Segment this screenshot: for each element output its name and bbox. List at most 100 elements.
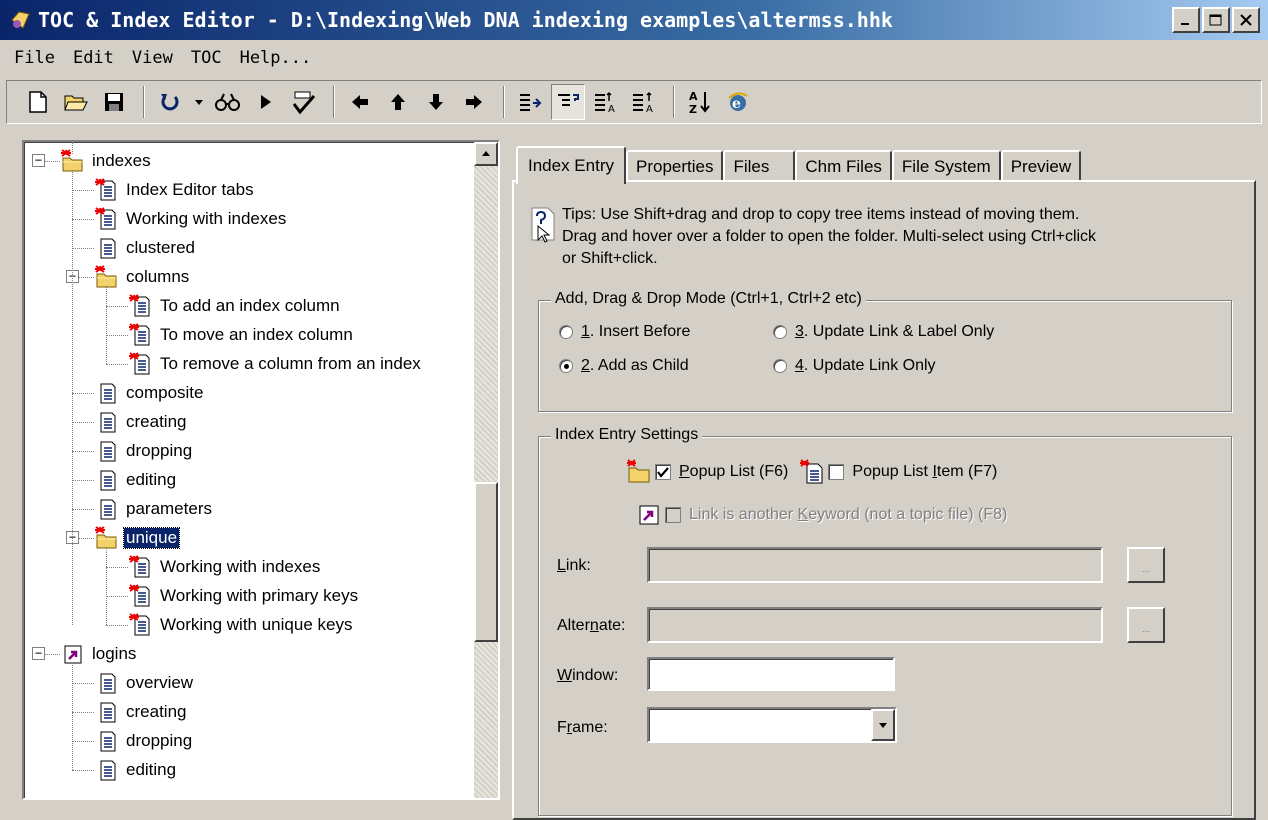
app-icon[interactable] xyxy=(8,7,34,33)
link-browse-button[interactable]: ... xyxy=(1127,547,1165,583)
spell-check-button[interactable] xyxy=(287,84,321,120)
tree-topic-item[interactable]: Index Editor tabs xyxy=(94,175,256,204)
tree-scrollbar[interactable] xyxy=(474,142,498,798)
alternate-input[interactable] xyxy=(647,607,1103,643)
topic-page-icon xyxy=(94,206,118,231)
tree-topic-item[interactable]: dropping xyxy=(94,726,194,755)
menu-file[interactable]: File xyxy=(14,48,55,68)
radio-update-link-label-circle[interactable] xyxy=(773,325,787,339)
tree-connector xyxy=(106,306,128,307)
menu-help[interactable]: Help... xyxy=(240,48,312,68)
close-button[interactable] xyxy=(1232,7,1260,33)
frame-dropdown-button[interactable] xyxy=(871,709,895,741)
keyword-link-checkbox[interactable] xyxy=(665,507,681,523)
topic-page-icon xyxy=(94,439,118,463)
radio-insert-before-circle[interactable] xyxy=(559,325,573,339)
popup-list-checkbox[interactable] xyxy=(655,464,671,480)
menu-view[interactable]: View xyxy=(132,48,173,68)
properties-pane: Index Entry Properties Files Chm Files F… xyxy=(512,140,1268,820)
popup-folder-icon xyxy=(627,459,650,483)
tree-topic-item[interactable]: creating xyxy=(94,407,188,436)
undo-button[interactable] xyxy=(153,84,187,120)
minimize-button[interactable] xyxy=(1172,7,1200,33)
scroll-up-button[interactable] xyxy=(474,142,498,166)
tab-files[interactable]: Files xyxy=(723,150,796,182)
radio-insert-before[interactable]: 1. Insert Before xyxy=(559,323,690,341)
maximize-button[interactable] xyxy=(1202,7,1230,33)
tree-topic-item[interactable]: To move an index column xyxy=(128,320,355,349)
mode-update-link-button[interactable]: A xyxy=(627,84,661,120)
radio-update-link-label-label: . Update Link & Label Only xyxy=(803,323,995,340)
radio-update-link-only[interactable]: 4. Update Link Only xyxy=(773,357,936,375)
add-as-child-icon xyxy=(558,94,579,106)
mode-update-link-label-button[interactable]: A xyxy=(589,84,623,120)
toc-tree[interactable]: − indexes Index Editor tabs Working with in… xyxy=(22,140,500,800)
tree-topic-item[interactable]: To remove a column from an index xyxy=(128,349,423,378)
tree-topic-item[interactable]: Working with indexes xyxy=(128,552,322,581)
toolbar-separator xyxy=(143,86,145,118)
radio-update-link-only-circle[interactable] xyxy=(773,359,787,373)
move-left-button[interactable] xyxy=(343,84,377,120)
tab-file-system[interactable]: File System xyxy=(891,150,1001,182)
open-button[interactable] xyxy=(59,84,93,120)
tree-topic-item[interactable]: creating xyxy=(94,697,188,726)
move-right-button[interactable] xyxy=(457,84,491,120)
sort-button[interactable]: AZ xyxy=(683,84,717,120)
radio-insert-before-label: . Insert Before xyxy=(589,323,691,340)
tree-collapse-toggle[interactable]: − xyxy=(32,647,45,660)
mode-insert-before-button[interactable] xyxy=(513,84,547,120)
radio-add-as-child[interactable]: 2. Add as Child xyxy=(559,357,689,375)
tree-topic-item[interactable]: editing xyxy=(94,755,178,784)
arrow-right-icon xyxy=(466,95,482,109)
tree-folder-item[interactable]: columns xyxy=(94,262,191,291)
tree-topic-item[interactable]: To add an index column xyxy=(128,291,342,320)
scroll-thumb[interactable] xyxy=(474,482,498,642)
web-preview-button[interactable]: e xyxy=(721,84,755,120)
tree-topic-item[interactable]: Working with primary keys xyxy=(128,581,360,610)
update-link-label-icon: A xyxy=(595,91,615,113)
link-input[interactable] xyxy=(647,547,1103,583)
tree-connector xyxy=(106,335,128,336)
radio-add-as-child-circle[interactable] xyxy=(559,359,573,373)
topic-page-icon xyxy=(94,468,118,492)
radio-update-link-label[interactable]: 3. Update Link & Label Only xyxy=(773,323,994,341)
window-input[interactable] xyxy=(647,657,895,691)
tab-index-entry[interactable]: Index Entry xyxy=(516,146,626,184)
new-document-icon xyxy=(29,91,47,113)
sort-az-icon: AZ xyxy=(689,90,710,115)
tree-collapse-toggle[interactable]: − xyxy=(32,154,45,167)
tree-topic-item[interactable]: clustered xyxy=(94,233,197,262)
tree-topic-item[interactable]: editing xyxy=(94,465,178,494)
tab-preview[interactable]: Preview xyxy=(1000,150,1082,182)
title-bar: TOC & Index Editor - D:\Indexing\Web DNA… xyxy=(0,0,1268,40)
tips-box: Tips: Use Shift+drag and drop to copy tr… xyxy=(528,204,1238,270)
alternate-browse-button[interactable]: ... xyxy=(1127,607,1165,643)
topic-page-icon xyxy=(128,322,152,347)
menu-edit[interactable]: Edit xyxy=(73,48,114,68)
tab-properties[interactable]: Properties xyxy=(626,150,724,182)
menu-toc[interactable]: TOC xyxy=(191,48,222,68)
tree-connector xyxy=(106,596,128,597)
toolbar-separator xyxy=(333,86,335,118)
tab-chm-files[interactable]: Chm Files xyxy=(795,150,892,182)
topic-page-icon xyxy=(94,671,118,695)
mode-add-child-button[interactable] xyxy=(551,84,585,120)
play-button[interactable] xyxy=(249,84,283,120)
popup-list-item-checkbox[interactable] xyxy=(828,464,845,480)
tree-topic-item[interactable]: dropping xyxy=(94,436,194,465)
move-up-button[interactable] xyxy=(381,84,415,120)
tree-guide-line xyxy=(106,547,107,625)
tree-topic-item[interactable]: parameters xyxy=(94,494,214,523)
topic-page-icon xyxy=(94,700,118,724)
tree-topic-item[interactable]: Working with indexes xyxy=(94,204,288,233)
tree-topic-item[interactable]: overview xyxy=(94,668,195,697)
new-button[interactable] xyxy=(21,84,55,120)
tree-topic-item[interactable]: Working with unique keys xyxy=(128,610,354,639)
move-down-button[interactable] xyxy=(419,84,453,120)
tree-folder-item[interactable]: indexes xyxy=(60,146,153,175)
save-button[interactable] xyxy=(97,84,131,120)
tree-topic-item[interactable]: composite xyxy=(94,378,205,407)
undo-dropdown[interactable] xyxy=(191,84,207,120)
find-button[interactable] xyxy=(211,84,245,120)
frame-select[interactable] xyxy=(647,707,897,743)
